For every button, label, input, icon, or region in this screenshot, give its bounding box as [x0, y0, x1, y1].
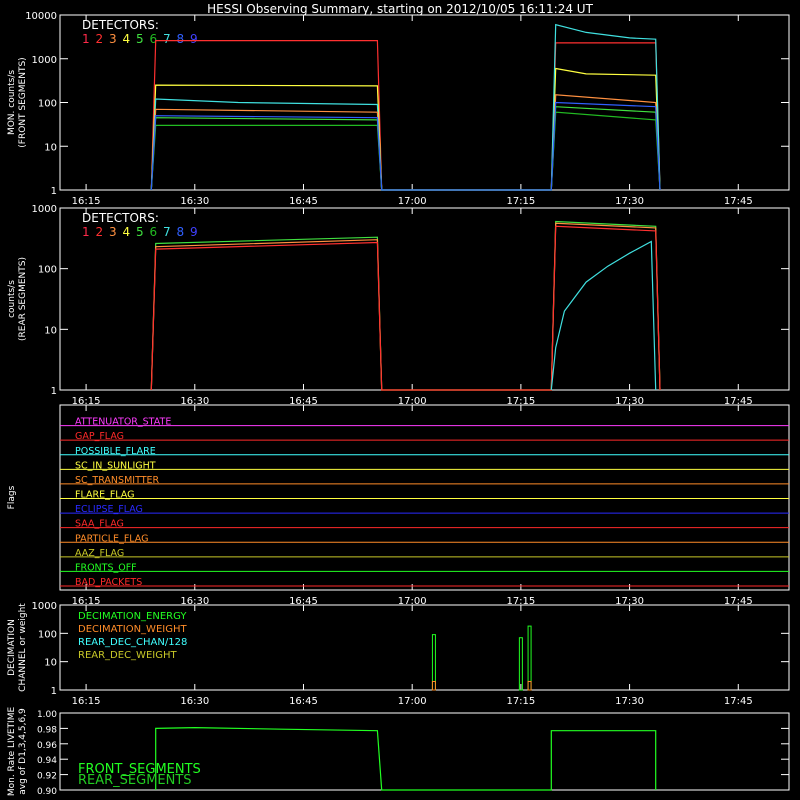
y-tick-label: 10: [44, 325, 57, 336]
y-tick-label: 1: [51, 186, 57, 197]
x-tick-label: 17:45: [724, 196, 753, 207]
x-tick-label: 17:45: [724, 696, 753, 707]
y-tick-label: 0.96: [37, 741, 57, 751]
legend-detector-3: 3: [109, 225, 117, 239]
y-axis-label: avg of D1,3,4,5,6,9: [18, 708, 28, 795]
y-tick-label: 100: [38, 99, 57, 110]
legend-detector-4: 4: [123, 32, 131, 46]
flag-label-eclipse_flag: ECLIPSE_FLAG: [75, 504, 143, 515]
legend-detector-1: 1: [82, 225, 90, 239]
decimation-legend-item: DECIMATION_ENERGY: [78, 611, 187, 622]
legend-detector-7: 7: [163, 32, 171, 46]
livetime-legend-item: REAR_SEGMENTS: [78, 773, 192, 788]
flag-label-sc_transmitter: SC_TRANSMITTER: [75, 475, 160, 486]
x-tick-label: 17:15: [506, 696, 535, 707]
x-tick-label: 16:15: [72, 196, 101, 207]
legend-detector-5: 5: [136, 32, 144, 46]
y-axis-label: MON. counts/s: [7, 70, 17, 135]
y-tick-label: 10: [44, 658, 57, 669]
legend-detector-3: 3: [109, 32, 117, 46]
x-tick-label: 17:00: [398, 196, 427, 207]
decimation-legend-item: REAR_DEC_WEIGHT: [78, 650, 177, 661]
flag-label-flare_flag: FLARE_FLAG: [75, 490, 135, 501]
y-tick-label: 10000: [25, 11, 57, 22]
y-tick-label: 0.90: [37, 787, 57, 797]
y-tick-label: 1000: [32, 601, 57, 612]
y-tick-label: 1.00: [37, 710, 57, 720]
legend-detector-7: 7: [163, 225, 171, 239]
figure-title: HESSI Observing Summary, starting on 201…: [207, 2, 593, 16]
legend-title: DETECTORS:: [82, 211, 159, 225]
flag-label-possible_flare: POSSIBLE_FLARE: [75, 446, 156, 457]
hessi-summary-figure: HESSI Observing Summary, starting on 201…: [0, 0, 800, 800]
decimation-legend-item: DECIMATION_WEIGHT: [78, 624, 187, 635]
x-tick-label: 17:30: [615, 696, 644, 707]
legend-title: DETECTORS:: [82, 18, 159, 32]
y-tick-label: 100: [38, 629, 57, 640]
y-tick-label: 0.92: [37, 772, 57, 782]
y-axis-label: (REAR SEGMENTS): [18, 257, 28, 341]
x-tick-label: 16:15: [72, 696, 101, 707]
y-axis-label: (FRONT SEGMENTS): [18, 57, 28, 147]
flag-label-gap_flag: GAP_FLAG: [75, 431, 124, 442]
y-axis-label: CHANNEL or weight: [18, 603, 28, 692]
legend-detector-2: 2: [96, 225, 104, 239]
y-axis-label: Flags: [7, 485, 17, 509]
legend-detector-6: 6: [150, 225, 158, 239]
y-tick-label: 0.94: [37, 756, 57, 766]
legend-detector-8: 8: [177, 32, 185, 46]
y-tick-label: 1000: [32, 55, 57, 66]
flag-label-attenuator_state: ATTENUATOR_STATE: [75, 417, 171, 428]
x-tick-label: 17:30: [615, 196, 644, 207]
decimation-legend-item: REAR_DEC_CHAN/128: [78, 637, 187, 648]
x-tick-label: 16:45: [289, 196, 318, 207]
y-axis-label: DECIMATION: [7, 619, 17, 676]
y-axis-label: counts/s: [7, 280, 17, 318]
flag-label-fronts_off: FRONTS_OFF: [75, 562, 137, 573]
legend-detector-4: 4: [123, 225, 131, 239]
x-tick-label: 16:30: [180, 696, 209, 707]
legend-detector-5: 5: [136, 225, 144, 239]
x-tick-label: 16:45: [289, 696, 318, 707]
x-tick-label: 17:00: [398, 696, 427, 707]
y-axis-label: Mon. Rate LIVETIME: [7, 707, 17, 797]
y-tick-label: 1: [51, 386, 57, 397]
y-tick-label: 100: [38, 265, 57, 276]
x-tick-label: 17:15: [506, 196, 535, 207]
flag-label-particle_flag: PARTICLE_FLAG: [75, 533, 148, 544]
y-tick-label: 0.98: [37, 725, 57, 735]
y-tick-label: 1000: [32, 204, 57, 215]
flag-label-saa_flag: SAA_FLAG: [75, 519, 124, 530]
x-tick-label: 16:30: [180, 196, 209, 207]
flag-label-aaz_flag: AAZ_FLAG: [75, 548, 124, 559]
y-tick-label: 1: [51, 686, 57, 697]
flag-label-bad_packets: BAD_PACKETS: [75, 577, 142, 588]
legend-detector-2: 2: [96, 32, 104, 46]
legend-detector-9: 9: [190, 32, 198, 46]
legend-detector-1: 1: [82, 32, 90, 46]
y-tick-label: 10: [44, 142, 57, 153]
legend-detector-8: 8: [177, 225, 185, 239]
flag-label-sc_in_sunlight: SC_IN_SUNLIGHT: [75, 460, 156, 471]
legend-detector-9: 9: [190, 225, 198, 239]
